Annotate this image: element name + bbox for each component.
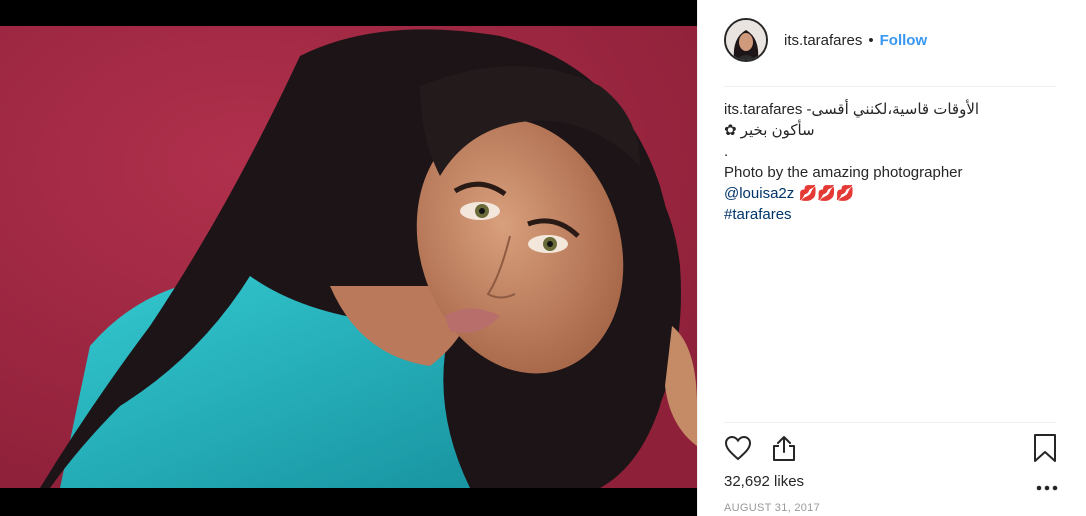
post-actions: [722, 432, 1062, 464]
caption-line-1: its.tarafares الأوقات قاسية،لكنني أقسى-: [724, 99, 1064, 120]
post-date[interactable]: AUGUST 31, 2017: [724, 502, 820, 514]
mention-link[interactable]: @louisa2z: [724, 185, 794, 202]
bookmark-icon: [1034, 434, 1056, 462]
header-divider: [724, 86, 1056, 87]
post-caption: its.tarafares الأوقات قاسية،لكنني أقسى- …: [724, 99, 1064, 225]
caption-flower-emoji: ✿: [724, 122, 737, 139]
caption-username[interactable]: its.tarafares: [724, 101, 802, 118]
share-icon: [773, 436, 795, 461]
post-photo[interactable]: [0, 26, 697, 488]
likes-count[interactable]: 32,692 likes: [724, 473, 804, 490]
caption-line-3: .: [724, 143, 729, 160]
post-media[interactable]: [0, 0, 697, 516]
caption-line-4: Photo by the amazing photographer: [724, 164, 963, 181]
heart-icon: [724, 435, 752, 461]
portrait-image: [0, 26, 697, 488]
caption-line-5: @louisa2z 💋💋💋: [724, 183, 1064, 204]
avatar-image: [726, 20, 766, 60]
caption-arabic-text: الأوقات قاسية،لكنني أقسى-: [806, 101, 980, 118]
post-header: its.tarafares • Follow: [724, 17, 927, 63]
follow-button[interactable]: Follow: [880, 32, 928, 49]
caption-arabic-text-2: سأكون بخير: [740, 122, 815, 139]
post-side-panel: its.tarafares • Follow its.tarafares الأ…: [698, 0, 1086, 516]
hashtag-link[interactable]: #tarafares: [724, 206, 792, 223]
share-button[interactable]: [768, 432, 800, 464]
header-separator: •: [868, 31, 874, 49]
more-options-icon: [1036, 485, 1058, 491]
caption-line-6: #tarafares: [724, 204, 1064, 225]
actions-divider: [724, 422, 1056, 423]
kiss-emoji: 💋💋💋: [798, 185, 855, 202]
more-options-button[interactable]: [1032, 478, 1062, 498]
save-button[interactable]: [1029, 432, 1061, 464]
caption-line-2: ✿ سأكون بخير: [724, 120, 1064, 141]
avatar[interactable]: [724, 18, 768, 62]
like-button[interactable]: [722, 432, 754, 464]
header-username[interactable]: its.tarafares: [784, 32, 862, 49]
